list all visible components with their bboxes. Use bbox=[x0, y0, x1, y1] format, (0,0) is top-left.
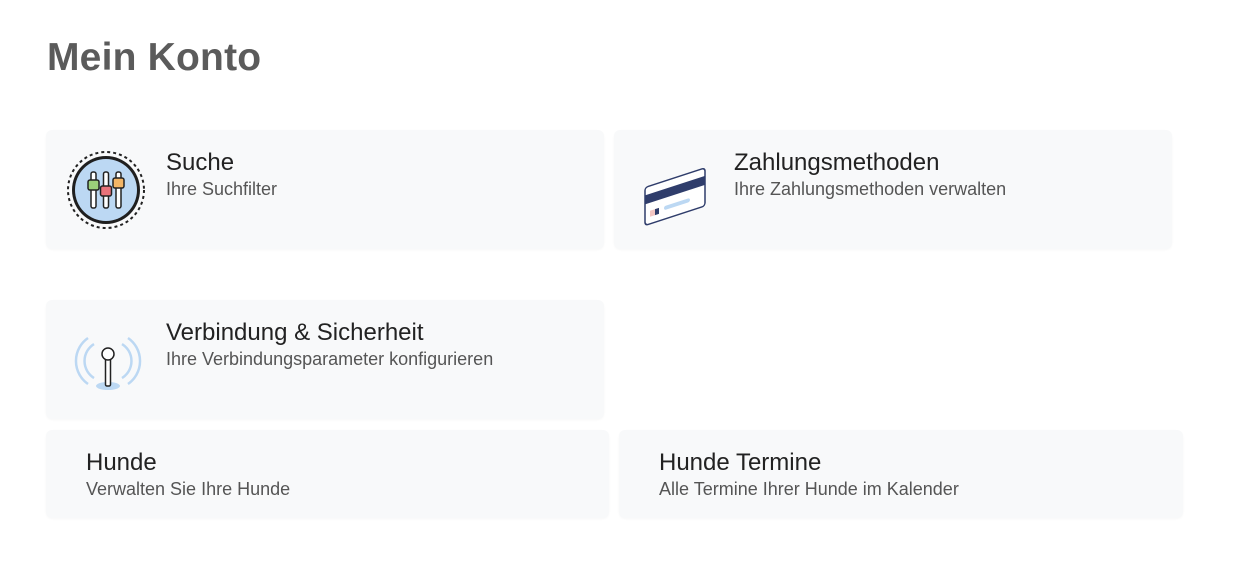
card-search[interactable]: Suche Ihre Suchfilter bbox=[46, 130, 604, 249]
card-title: Suche bbox=[166, 149, 235, 176]
antenna-signal-icon bbox=[64, 318, 148, 402]
card-subtitle: Verwalten Sie Ihre Hunde bbox=[86, 479, 291, 499]
card-title: Zahlungsmethoden bbox=[734, 149, 940, 176]
card-subtitle: Ihre Zahlungsmethoden verwalten bbox=[734, 179, 1007, 199]
card-title: Hunde Termine bbox=[659, 449, 822, 476]
page-title: Mein Konto bbox=[47, 36, 262, 79]
card-subtitle: Ihre Suchfilter bbox=[166, 179, 278, 199]
card-payment-methods[interactable]: Zahlungsmethoden Ihre Zahlungsmethoden v… bbox=[614, 130, 1172, 249]
card-title: Hunde bbox=[86, 449, 157, 476]
card-dog-appointments[interactable]: Hunde Termine Alle Termine Ihrer Hunde i… bbox=[619, 430, 1183, 518]
card-connection-security[interactable]: Verbindung & Sicherheit Ihre Verbindungs… bbox=[46, 300, 604, 419]
card-subtitle: Ihre Verbindungsparameter konfigurieren bbox=[166, 349, 494, 369]
credit-card-icon bbox=[632, 148, 716, 232]
card-title: Verbindung & Sicherheit bbox=[166, 319, 424, 346]
card-dogs[interactable]: Hunde Verwalten Sie Ihre Hunde bbox=[46, 430, 609, 518]
account-page: Mein Konto Suche Ihre Suchfilter Zahlung… bbox=[0, 0, 1242, 578]
card-subtitle: Alle Termine Ihrer Hunde im Kalender bbox=[659, 479, 959, 499]
search-filter-sliders-icon bbox=[64, 148, 148, 232]
